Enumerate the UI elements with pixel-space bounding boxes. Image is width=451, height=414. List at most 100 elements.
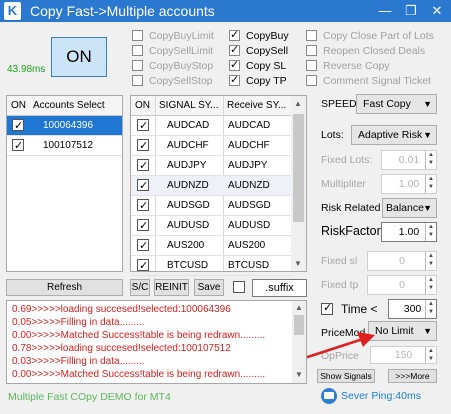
log-scrollbar[interactable]: ▲ ▼: [292, 301, 306, 383]
lots-label: Lots:: [321, 129, 344, 141]
speed-select[interactable]: Fast Copy ▼: [356, 94, 437, 114]
spinner-icon[interactable]: ▲ ▼: [425, 223, 436, 241]
signal-symbol: AUDNZD: [167, 180, 209, 191]
suffix-checkbox[interactable]: [233, 281, 245, 293]
option-copy-sell[interactable]: CopySell: [229, 43, 288, 59]
checkbox-checked-icon[interactable]: [137, 257, 149, 276]
option-copy-sl[interactable]: Copy SL: [229, 58, 286, 74]
fixed-tp-input[interactable]: 0 ▲ ▼: [367, 275, 437, 295]
symbol-row[interactable]: AUDCHF AUDCHF: [131, 136, 291, 156]
suffix-input[interactable]: .suffix: [252, 279, 307, 297]
scroll-down-icon[interactable]: ▼: [294, 259, 302, 268]
scroll-up-icon[interactable]: ▲: [294, 99, 302, 108]
fixed-sl-label: Fixed sl: [321, 255, 358, 267]
checkbox-checked-icon[interactable]: [12, 117, 24, 136]
fixed-tp-label: Fixed tp: [321, 279, 359, 291]
option-copy-tp[interactable]: Copy TP: [229, 73, 287, 89]
accounts-header: ON Accounts Select: [7, 96, 122, 116]
checkbox-checked-icon[interactable]: [137, 137, 149, 156]
risk-related-select[interactable]: Balance ▼: [382, 198, 437, 218]
symbol-row[interactable]: AUDJPY AUDJPY: [131, 156, 291, 176]
window-title: Copy Fast->Multiple accounts: [30, 3, 215, 19]
lots-select[interactable]: Adaptive Risk ▼: [351, 125, 437, 145]
symbols-header-on: ON: [135, 100, 150, 111]
symbol-row[interactable]: AUDCAD AUDCAD: [131, 116, 291, 136]
scrollbar-thumb[interactable]: [293, 114, 304, 222]
checkbox-checked-icon[interactable]: [137, 197, 149, 216]
checkbox-icon: [132, 45, 143, 56]
option-copy-buy[interactable]: CopyBuy: [229, 28, 289, 44]
spinner-icon[interactable]: ▲ ▼: [425, 276, 436, 294]
symbol-row[interactable]: AUDUSD AUDUSD: [131, 216, 291, 236]
time-checkbox[interactable]: ✓: [321, 302, 333, 315]
minimize-icon[interactable]: —: [377, 3, 393, 19]
checkbox-checked-icon: [229, 58, 240, 71]
on-toggle-button[interactable]: ON: [51, 37, 107, 77]
signal-symbol: AUDUSD: [167, 220, 210, 231]
title-bar: K Copy Fast->Multiple accounts — ❐ ✕: [0, 0, 451, 22]
status-bar: Multiple Fast COpy DEMO for MT4 Sever Pi…: [0, 386, 451, 414]
symbols-table: ON SIGNAL SY... Receive SY... AUDCADAUDC…: [130, 95, 307, 276]
symbol-row[interactable]: AUDNZD AUDNZD: [131, 176, 291, 196]
symbol-row[interactable]: AUDSGD AUDSGD: [131, 196, 291, 216]
close-icon[interactable]: ✕: [429, 3, 445, 19]
scroll-down-icon[interactable]: ▼: [295, 370, 303, 379]
save-button[interactable]: Save: [194, 279, 224, 296]
spinner-icon[interactable]: ▲ ▼: [425, 252, 436, 270]
receive-symbol: AUDCAD: [228, 120, 271, 131]
checkmark-icon: ✓: [323, 302, 333, 314]
risk-related-label: Risk Related: [321, 202, 381, 214]
option-comment-signal-ticket[interactable]: Comment Signal Ticket: [306, 75, 431, 89]
option-copy-sell-stop[interactable]: CopySellStop: [132, 75, 213, 89]
chevron-down-icon: ▼: [423, 326, 432, 336]
log-line: 0.00>>>>>Matched Success!table is being …: [12, 330, 266, 341]
show-signals-button[interactable]: Show Signals: [317, 369, 375, 383]
price-mod-select[interactable]: No Limit ▼: [368, 321, 437, 341]
checkbox-checked-icon[interactable]: [137, 117, 149, 136]
spinner-icon[interactable]: ▲ ▼: [425, 151, 436, 169]
checkbox-checked-icon[interactable]: [12, 137, 24, 156]
latency-text: 43.98ms: [7, 64, 46, 75]
risk-factor-input[interactable]: 1.00 ▲ ▼: [381, 222, 437, 242]
log-line: 0.03>>>>>Filling in data.........: [12, 356, 145, 367]
option-reopen-closed[interactable]: Reopen Closed Deals: [306, 45, 425, 59]
fixed-lots-input[interactable]: 0.01 ▲ ▼: [381, 150, 437, 170]
symbols-scrollbar[interactable]: ▲ ▼: [291, 96, 306, 271]
receive-symbol: AUDNZD: [228, 180, 270, 191]
option-copy-sell-limit[interactable]: CopySellLimit: [132, 45, 213, 59]
symbols-header-receive: Receive SY...: [227, 100, 287, 111]
multiplier-input[interactable]: 1.00 ▲ ▼: [381, 174, 437, 194]
fixed-sl-input[interactable]: 0 ▲ ▼: [367, 251, 437, 271]
more-button[interactable]: >>>More: [388, 369, 437, 383]
option-copy-buy-stop[interactable]: CopyBuyStop: [132, 60, 213, 74]
option-copy-buy-limit[interactable]: CopyBuyLimit: [132, 30, 214, 44]
checkbox-checked-icon[interactable]: [137, 157, 149, 176]
symbol-row[interactable]: AUS200 AUS200: [131, 236, 291, 256]
scrollbar-thumb[interactable]: [294, 315, 304, 335]
op-price-input[interactable]: 150 ▲ ▼: [370, 346, 437, 364]
restore-icon[interactable]: ❐: [403, 3, 419, 19]
refresh-button[interactable]: Refresh: [6, 279, 123, 296]
checkbox-checked-icon[interactable]: [137, 177, 149, 196]
sc-button[interactable]: S/C: [130, 279, 150, 296]
time-input[interactable]: 300 ▲ ▼: [388, 299, 437, 319]
checkbox-checked-icon[interactable]: [137, 237, 149, 256]
spinner-icon[interactable]: ▲ ▼: [425, 175, 436, 193]
checkbox-checked-icon[interactable]: [137, 217, 149, 236]
account-row[interactable]: 100107512: [7, 136, 122, 156]
reinit-button[interactable]: REINIT: [154, 279, 189, 296]
log-line: 0.78>>>>>loading succesed!selected:10010…: [12, 343, 231, 354]
signal-symbol: BTCUSD: [167, 260, 209, 271]
checkbox-icon: [132, 30, 143, 41]
scroll-up-icon[interactable]: ▲: [295, 303, 303, 312]
option-reverse-copy[interactable]: Reverse Copy: [306, 60, 390, 74]
spinner-icon[interactable]: ▲ ▼: [425, 300, 436, 318]
receive-symbol: AUDJPY: [228, 160, 268, 171]
symbol-row[interactable]: BTCUSD BTCUSD: [131, 256, 291, 276]
option-copy-close-part[interactable]: Copy Close Part of Lots: [306, 30, 434, 44]
log-list: 0.69>>>>>loading succesed!selected:10006…: [12, 304, 290, 382]
spinner-icon[interactable]: ▲ ▼: [425, 347, 436, 363]
fixed-lots-label: Fixed Lots:: [321, 154, 373, 166]
account-row[interactable]: 100064396: [7, 116, 122, 136]
checkbox-checked-icon: [229, 28, 240, 41]
